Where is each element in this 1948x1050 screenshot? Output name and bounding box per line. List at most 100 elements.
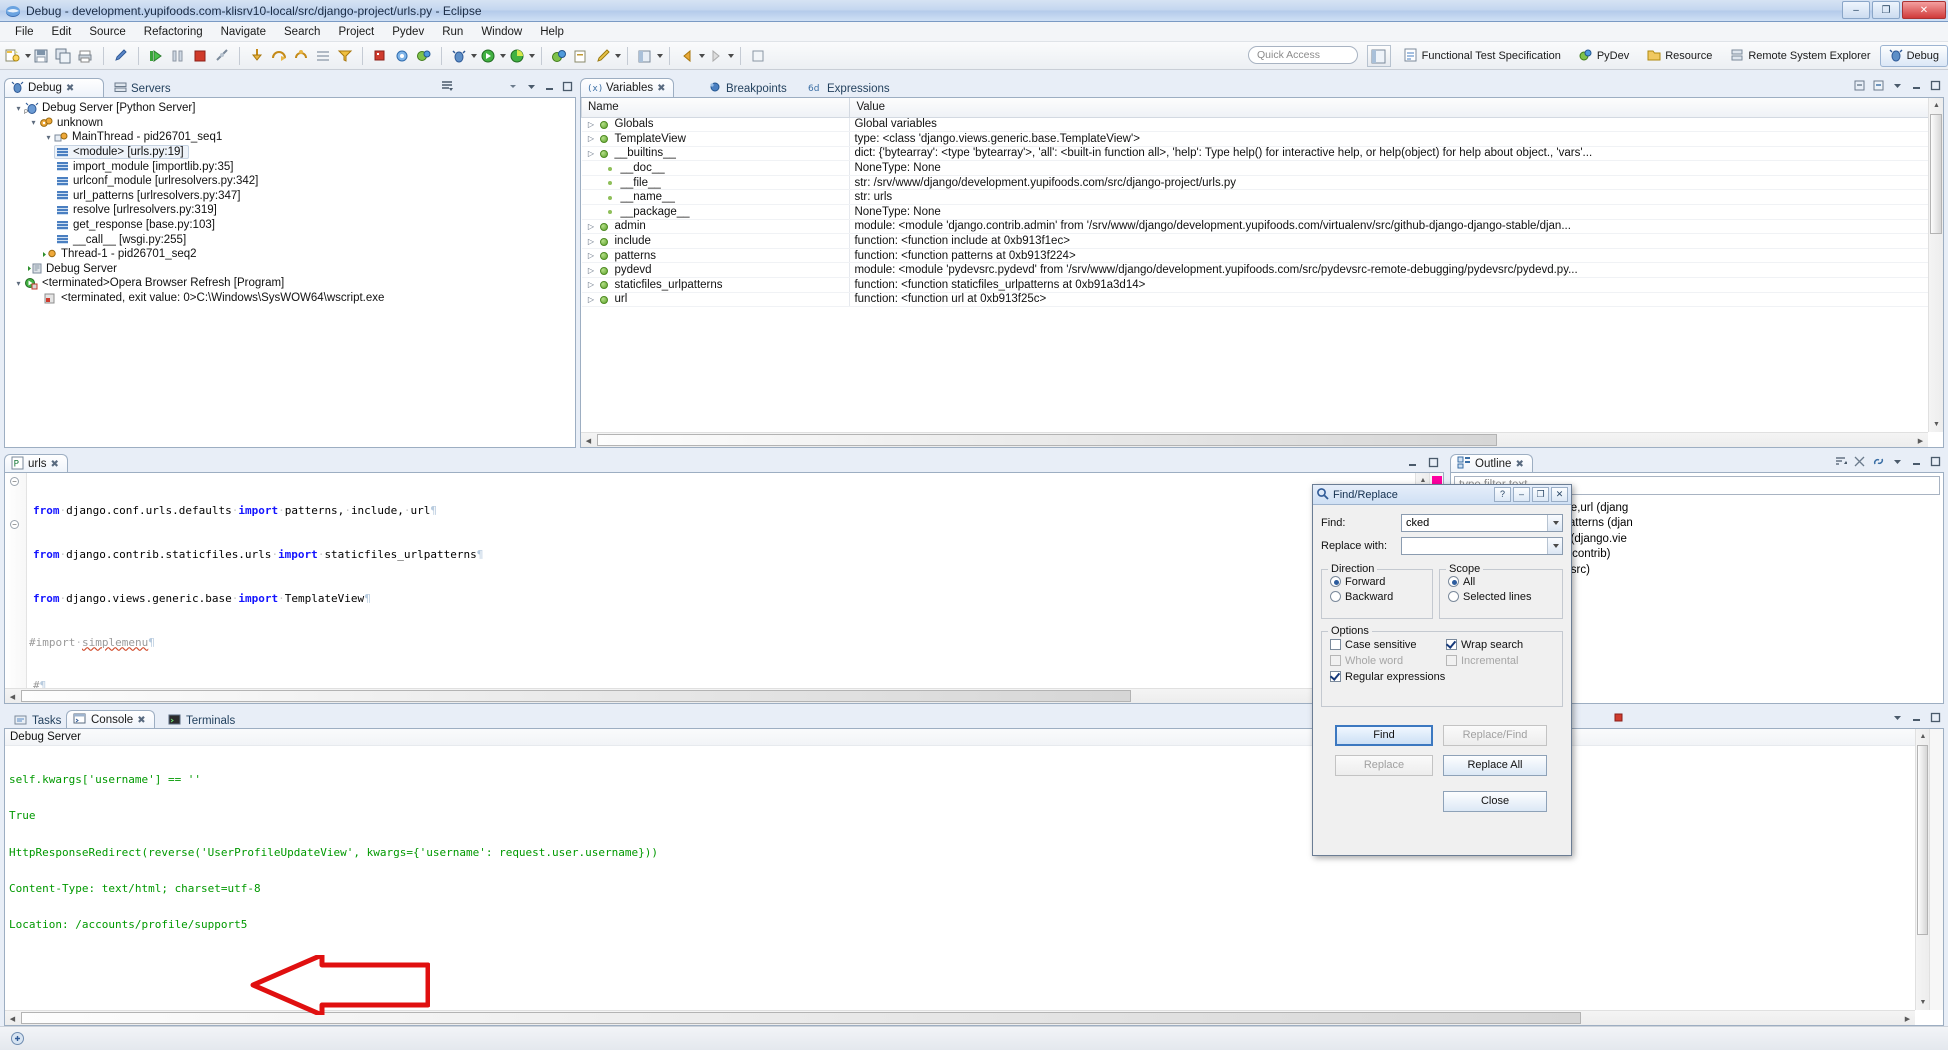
table-row[interactable]: ▷ admin module: <module 'django.contrib.ad… bbox=[581, 219, 1943, 235]
pydev-package-icon[interactable] bbox=[414, 46, 434, 66]
tree-row[interactable]: ▾ MainThread - pid26701_seq1 bbox=[9, 130, 575, 145]
radio-forward[interactable]: Forward bbox=[1330, 576, 1432, 588]
menu-project[interactable]: Project bbox=[329, 24, 383, 40]
variables-vertical-scrollbar[interactable]: ▲ ▼ bbox=[1928, 98, 1943, 432]
drop-to-frame-icon[interactable] bbox=[313, 46, 333, 66]
tree-row[interactable]: resolve [urlresolvers.py:319] bbox=[9, 203, 575, 218]
step-return-icon[interactable] bbox=[291, 46, 311, 66]
use-step-filters-icon[interactable] bbox=[335, 46, 355, 66]
step-into-icon[interactable] bbox=[247, 46, 267, 66]
menu-source[interactable]: Source bbox=[80, 24, 134, 40]
quick-access-input[interactable]: Quick Access bbox=[1248, 46, 1358, 64]
table-row[interactable]: ▷ url function: <function url at 0xb913f25… bbox=[581, 292, 1943, 308]
tree-row[interactable]: Thread-1 - pid26701_seq2 bbox=[9, 247, 575, 262]
replace-input[interactable] bbox=[1401, 537, 1563, 555]
table-row[interactable]: ▷ pydevd module: <module 'pydevsrc.pydevd'… bbox=[581, 262, 1943, 279]
expand-twisty-icon[interactable]: ▾ bbox=[13, 279, 24, 288]
tree-row[interactable]: ▾ <terminated>Opera Browser Refresh [Pro… bbox=[9, 276, 575, 291]
pencil-dropdown-icon[interactable] bbox=[615, 53, 621, 58]
menu-search[interactable]: Search bbox=[275, 24, 329, 40]
table-row[interactable]: ▷ TemplateView type: <class 'django.views.… bbox=[581, 131, 1943, 147]
chevron-down-icon[interactable] bbox=[1547, 515, 1562, 531]
table-row[interactable]: __name__ str: urls bbox=[581, 189, 1943, 206]
open-perspective-icon[interactable] bbox=[635, 46, 655, 66]
table-row[interactable]: ▷ patterns function: <function patterns at… bbox=[581, 248, 1943, 264]
table-row[interactable]: ▷ include function: <function include at 0… bbox=[581, 233, 1943, 249]
perspective-remote-system-explorer[interactable]: Remote System Explorer bbox=[1721, 45, 1879, 67]
find-input-value[interactable]: cked bbox=[1402, 515, 1562, 531]
hide-fields-icon[interactable] bbox=[1853, 455, 1866, 471]
menu-pydev[interactable]: Pydev bbox=[383, 24, 433, 40]
tree-row[interactable]: <terminated, exit value: 0>C:\Windows\Sy… bbox=[9, 291, 575, 306]
tree-row[interactable]: <module> [urls.py:19] bbox=[9, 145, 575, 160]
tab-servers[interactable]: Servers bbox=[108, 79, 179, 98]
scrollbar-thumb[interactable] bbox=[597, 434, 1497, 446]
find-input[interactable]: cked bbox=[1401, 514, 1563, 532]
regular-expressions-checkbox[interactable] bbox=[1330, 671, 1341, 682]
link-with-editor-icon[interactable] bbox=[1872, 455, 1885, 471]
new-wizard-icon[interactable] bbox=[3, 46, 23, 66]
minimize-view-icon[interactable] bbox=[1910, 455, 1923, 471]
expand-twisty-icon[interactable]: ▷ bbox=[586, 266, 597, 275]
minimize-view-icon[interactable] bbox=[1910, 79, 1923, 95]
wrap-search-checkbox[interactable] bbox=[1446, 639, 1457, 650]
print-icon[interactable] bbox=[76, 46, 96, 66]
expand-twisty-icon[interactable]: ▾ bbox=[28, 118, 39, 127]
scroll-left-icon[interactable]: ◀ bbox=[5, 689, 20, 703]
radio-scope-all[interactable]: All bbox=[1448, 576, 1562, 588]
scroll-down-icon[interactable]: ▼ bbox=[1916, 995, 1930, 1010]
tree-row[interactable]: __call__ [wsgi.py:255] bbox=[9, 232, 575, 247]
disconnect-icon[interactable] bbox=[212, 46, 232, 66]
run-as-icon[interactable] bbox=[478, 46, 498, 66]
replace-input-value[interactable] bbox=[1402, 538, 1562, 539]
scrollbar-thumb[interactable] bbox=[1917, 745, 1928, 935]
variables-table[interactable]: Name Value ▷ Globals Global variables ▷ Tem… bbox=[581, 98, 1943, 308]
menu-edit[interactable]: Edit bbox=[43, 24, 81, 40]
variables-horizontal-scrollbar[interactable]: ◀ ▶ bbox=[581, 432, 1928, 447]
tree-row[interactable]: urlconf_module [urlresolvers.py:342] bbox=[9, 174, 575, 189]
minimize-button[interactable]: – bbox=[1842, 1, 1870, 19]
scroll-up-icon[interactable]: ▲ bbox=[1916, 729, 1930, 744]
fold-marker-icon[interactable]: − bbox=[10, 520, 19, 529]
console-view-menu-icon[interactable] bbox=[1891, 711, 1904, 727]
view-menu-icon[interactable] bbox=[525, 80, 538, 96]
table-row[interactable]: __package__ NoneType: None bbox=[581, 204, 1943, 220]
scrollbar-thumb[interactable] bbox=[1930, 114, 1942, 234]
perspective-pydev[interactable]: PyDev bbox=[1570, 45, 1638, 67]
back-dropdown-icon[interactable] bbox=[699, 53, 705, 58]
chevron-down-icon[interactable] bbox=[1547, 538, 1562, 554]
menu-run[interactable]: Run bbox=[433, 24, 472, 40]
collapse-all-variables-icon[interactable] bbox=[1853, 79, 1866, 95]
tab-debug[interactable]: Debug ✖ bbox=[4, 78, 104, 97]
radio-forward-indicator[interactable] bbox=[1330, 576, 1341, 587]
radio-scope-selected-lines[interactable]: Selected lines bbox=[1448, 591, 1562, 603]
expand-twisty-icon[interactable]: ▷ bbox=[586, 222, 597, 231]
expand-twisty-icon[interactable]: ▷ bbox=[586, 134, 597, 143]
collapse-all-icon[interactable] bbox=[507, 80, 520, 96]
scroll-left-icon[interactable]: ◀ bbox=[581, 433, 596, 447]
console-vertical-scrollbar[interactable]: ▲ ▼ bbox=[1915, 729, 1929, 1010]
variables-view-menu-icon[interactable] bbox=[1891, 79, 1904, 95]
scroll-left-icon[interactable]: ◀ bbox=[5, 1011, 20, 1025]
back-icon[interactable] bbox=[677, 46, 697, 66]
resume-icon[interactable] bbox=[146, 46, 166, 66]
close-icon[interactable]: ✖ bbox=[66, 83, 74, 94]
maximize-editor-icon[interactable] bbox=[1427, 456, 1440, 472]
tab-console[interactable]: Console ✖ bbox=[66, 710, 155, 729]
case-sensitive-checkbox[interactable] bbox=[1330, 639, 1341, 650]
tree-row[interactable]: ▾ P Debug Server [Python Server] bbox=[9, 101, 575, 116]
new-pydev-project-icon[interactable] bbox=[549, 46, 569, 66]
close-icon[interactable]: ✖ bbox=[1515, 459, 1523, 470]
pencil-edit-icon[interactable] bbox=[593, 46, 613, 66]
tab-outline[interactable]: Outline ✖ bbox=[1450, 454, 1533, 473]
replace-all-button[interactable]: Replace All bbox=[1443, 755, 1547, 776]
close-icon[interactable]: ✖ bbox=[137, 715, 145, 726]
editor-horizontal-scrollbar[interactable]: ◀ ▶ bbox=[5, 688, 1415, 703]
scroll-right-icon[interactable]: ▶ bbox=[1913, 433, 1928, 447]
radio-selected-lines-indicator[interactable] bbox=[1448, 591, 1459, 602]
table-row[interactable]: ▷ staticfiles_urlpatterns function: <funct… bbox=[581, 277, 1943, 293]
expand-twisty-icon[interactable]: ▷ bbox=[586, 295, 597, 304]
radio-all-indicator[interactable] bbox=[1448, 576, 1459, 587]
terminate-icon[interactable] bbox=[190, 46, 210, 66]
expand-twisty-icon[interactable]: ▾ bbox=[13, 104, 24, 113]
